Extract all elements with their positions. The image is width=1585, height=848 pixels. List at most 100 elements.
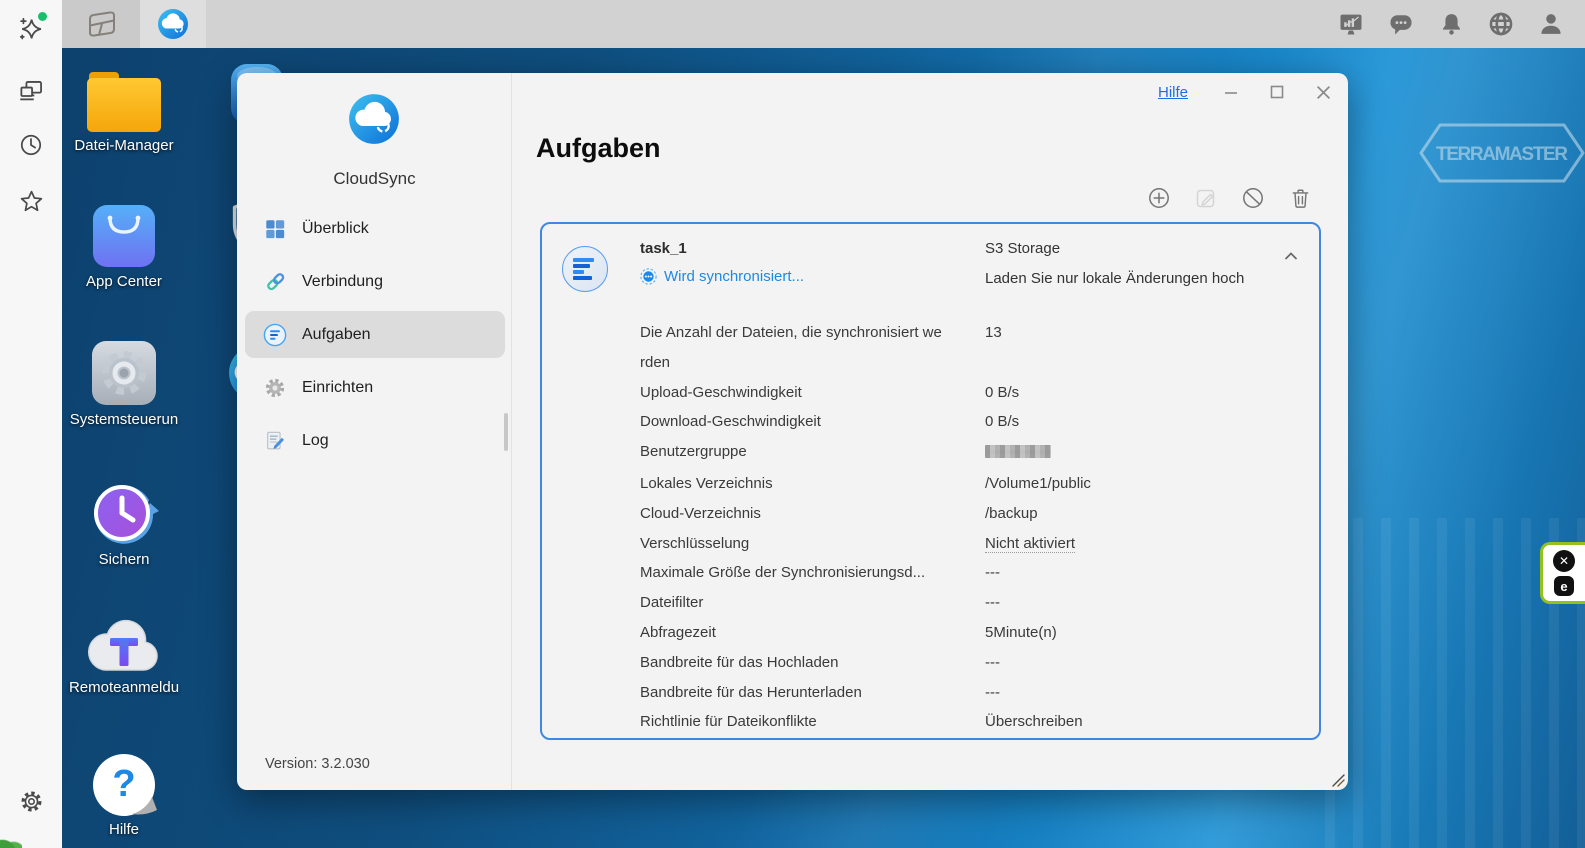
task-detail-row: Lokales Verzeichnis /Volume1/public bbox=[640, 469, 1302, 499]
grid-icon bbox=[263, 217, 287, 241]
terramaster-logo: TERRAMASTER bbox=[1419, 123, 1585, 183]
nav-item-label: Überblick bbox=[302, 219, 369, 237]
delete-task-button[interactable] bbox=[1288, 186, 1312, 210]
desktop-icon-backup[interactable]: Sichern bbox=[62, 478, 186, 568]
task-detail-row: Bandbreite für das Hochladen --- bbox=[640, 648, 1302, 678]
detail-label: Dateifilter bbox=[640, 594, 704, 612]
devices-icon[interactable] bbox=[14, 74, 48, 108]
detail-value: 0 B/s bbox=[985, 383, 1020, 401]
folder-icon bbox=[87, 72, 161, 132]
task-name: task_1 bbox=[640, 240, 687, 257]
nav-item-tasks[interactable]: Aufgaben bbox=[245, 311, 505, 358]
nav-item-setup[interactable]: Einrichten bbox=[245, 364, 505, 411]
desktop-icon-label: Remoteanmeldu bbox=[68, 679, 180, 696]
sync-spinner-icon bbox=[640, 268, 657, 285]
task-icon-bar bbox=[573, 276, 592, 280]
desktop-icon-file-manager[interactable]: Datei-Manager bbox=[62, 70, 186, 154]
task-sync-mode: Laden Sie nur lokale Änderungen hoch bbox=[985, 270, 1245, 287]
desktop-icon-app-center[interactable]: App Center bbox=[62, 202, 186, 290]
minimize-button[interactable] bbox=[1220, 81, 1242, 103]
window-controls: Hilfe bbox=[1158, 79, 1334, 105]
desktop-icon-label: Sichern bbox=[98, 551, 150, 568]
detail-label: Download-Geschwindigkeit bbox=[640, 413, 821, 431]
log-document-icon bbox=[263, 429, 287, 453]
page-title: Aufgaben bbox=[536, 133, 661, 163]
settings-gear-icon[interactable] bbox=[14, 784, 48, 818]
task-detail-row: Upload-Geschwindigkeit 0 B/s bbox=[640, 378, 1302, 408]
detail-value: 13 bbox=[985, 324, 1002, 341]
detail-value: Nicht aktiviert bbox=[985, 534, 1076, 553]
detail-label: Upload-Geschwindigkeit bbox=[640, 383, 802, 401]
task-toolbar bbox=[1147, 186, 1312, 210]
app-name: CloudSync bbox=[333, 169, 416, 188]
detail-value: --- bbox=[985, 653, 1000, 671]
detail-label: Bandbreite für das Herunterladen bbox=[640, 683, 862, 701]
window-resize-handle[interactable] bbox=[1329, 771, 1345, 787]
nav-scrollbar[interactable] bbox=[504, 413, 508, 451]
detail-label: Abfragezeit bbox=[640, 623, 716, 641]
help-link[interactable]: Hilfe bbox=[1158, 84, 1188, 101]
detail-label: Lokales Verzeichnis bbox=[640, 474, 773, 492]
notifications-bell-icon[interactable] bbox=[1437, 10, 1465, 38]
sparkles-icon[interactable] bbox=[14, 12, 48, 46]
resource-monitor-icon[interactable] bbox=[1337, 10, 1365, 38]
task-detail-row: Cloud-Verzeichnis /backup bbox=[640, 499, 1302, 529]
desktop-icon-label: Hilfe bbox=[108, 821, 139, 838]
detail-value: /Volume1/public bbox=[985, 474, 1091, 492]
task-detail-row: Maximale Größe der Synchronisierungsd...… bbox=[640, 558, 1302, 588]
detail-value: --- bbox=[985, 594, 1000, 612]
recent-clock-icon[interactable] bbox=[14, 128, 48, 162]
detail-value: 5Minute(n) bbox=[985, 623, 1057, 641]
detail-label: Die Anzahl der Dateien, die synchronisie… bbox=[640, 324, 942, 371]
eset-logo-icon[interactable]: e bbox=[1554, 576, 1574, 596]
favorites-star-icon[interactable] bbox=[14, 184, 48, 218]
desktop-icon-help[interactable]: ? Hilfe bbox=[62, 752, 186, 838]
control-panel-gear-icon bbox=[92, 341, 156, 405]
show-desktop-tab[interactable] bbox=[62, 0, 140, 48]
close-button[interactable] bbox=[1312, 81, 1334, 103]
network-globe-icon[interactable] bbox=[1487, 10, 1515, 38]
cloudsync-logo bbox=[349, 94, 399, 144]
desktop-icon-label: App Center bbox=[86, 273, 162, 290]
plant-decoration bbox=[0, 834, 22, 848]
task-detail-row: Richtlinie für Dateikonflikte Überschrei… bbox=[640, 707, 1302, 737]
sidebar bbox=[0, 0, 62, 848]
edit-task-button[interactable] bbox=[1194, 186, 1218, 210]
task-detail-row: Dateifilter --- bbox=[640, 588, 1302, 618]
maximize-button[interactable] bbox=[1266, 81, 1288, 103]
add-task-button[interactable] bbox=[1147, 186, 1171, 210]
app-nav-panel: CloudSync Überblick Verbindung Aufgaben … bbox=[237, 73, 512, 790]
version-text: Version: 3.2.030 bbox=[265, 756, 370, 772]
backup-clock-icon bbox=[94, 485, 159, 544]
task-detail-row: Abfragezeit 5Minute(n) bbox=[640, 618, 1302, 648]
detail-label: Maximale Größe der Synchronisierungsd... bbox=[640, 564, 926, 582]
task-detail-row: Die Anzahl der Dateien, die synchronisie… bbox=[640, 318, 1302, 378]
cloudsync-taskbar-tab[interactable] bbox=[140, 0, 206, 48]
detail-label: Benutzergruppe bbox=[640, 443, 747, 461]
task-detail-row: Verschlüsselung Nicht aktiviert bbox=[640, 529, 1302, 559]
detail-value: 0 B/s bbox=[985, 413, 1020, 431]
nav-item-log[interactable]: Log bbox=[245, 417, 505, 464]
task-icon-bar bbox=[573, 270, 584, 274]
task-icon-bar bbox=[573, 264, 590, 268]
desktop-icon-control-panel[interactable]: Systemsteuerun bbox=[62, 338, 186, 428]
messages-icon[interactable] bbox=[1387, 10, 1415, 38]
nav-item-connection[interactable]: Verbindung bbox=[245, 258, 505, 305]
notification-dot bbox=[38, 12, 47, 21]
task-card[interactable]: task_1 Wird synchronisiert... S3 Storage… bbox=[540, 222, 1321, 740]
screen: TERRAMASTER Tec S Sich bbox=[0, 0, 1585, 848]
task-list-icon bbox=[263, 323, 287, 347]
overlay-close-icon[interactable]: ✕ bbox=[1553, 550, 1575, 572]
cloudsync-window: Hilfe CloudSync Überblick Verbindung Auf… bbox=[237, 73, 1348, 790]
user-account-icon[interactable] bbox=[1537, 10, 1565, 38]
detail-value: /backup bbox=[985, 504, 1038, 522]
task-detail-row: Bandbreite für das Herunterladen --- bbox=[640, 678, 1302, 708]
disable-task-button[interactable] bbox=[1241, 186, 1265, 210]
nav-item-overview[interactable]: Überblick bbox=[245, 205, 505, 252]
detail-value: --- bbox=[985, 564, 1000, 582]
desktop-icon-remote-login[interactable]: Remoteanmeldu bbox=[62, 614, 186, 696]
collapse-chevron[interactable] bbox=[1281, 246, 1301, 266]
system-tray bbox=[1337, 0, 1577, 48]
link-icon bbox=[263, 270, 287, 294]
nav-item-label: Verbindung bbox=[302, 272, 383, 290]
